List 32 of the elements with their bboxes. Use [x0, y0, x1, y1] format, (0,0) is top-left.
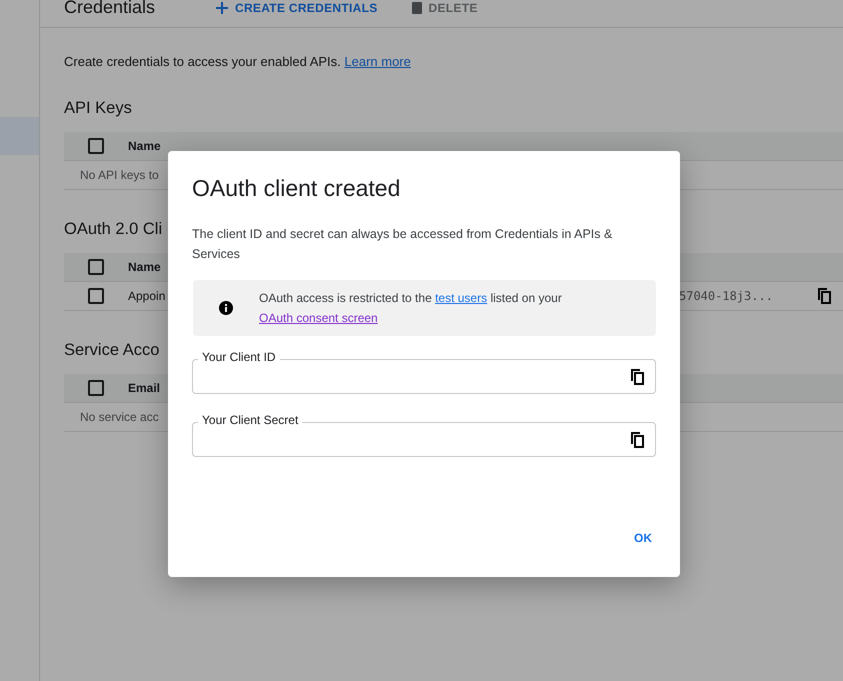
text-field[interactable]: Your Client Secret	[192, 413, 656, 457]
test-users-link[interactable]: test users	[435, 291, 488, 305]
column-header[interactable]: Name	[128, 139, 161, 153]
column-header[interactable]: Name	[128, 260, 161, 274]
copy-icon[interactable]	[817, 288, 831, 304]
copy-icon[interactable]	[630, 432, 644, 448]
consent-screen-link[interactable]: OAuth consent screen	[259, 311, 378, 325]
text-field[interactable]: Your Client ID	[192, 350, 656, 394]
empty-message: No API keys to	[80, 168, 159, 182]
notice-text: OAuth access is restricted to the test users listed on your OAuth consent screen	[259, 290, 563, 327]
page-title: Credentials	[64, 0, 156, 18]
info-icon	[219, 301, 233, 315]
checkbox[interactable]	[88, 259, 104, 275]
ok-button[interactable]: OK	[630, 523, 656, 553]
column-header[interactable]: Email	[128, 381, 160, 395]
checkbox[interactable]	[88, 380, 104, 396]
section-title: OAuth 2.0 Cli	[64, 220, 162, 239]
plus-icon	[216, 2, 228, 14]
dialog-text: The client ID and secret can always be accessed from Credentials in APIs & Services	[192, 226, 614, 263]
checkbox[interactable]	[88, 288, 104, 304]
intro-text: Create credentials to access your enabled APIs. Learn more	[64, 54, 412, 69]
client-id-cell: 57040-18j3...	[679, 289, 773, 303]
dialog-title: OAuth client created	[192, 175, 402, 202]
section-title: Service Acco	[64, 341, 160, 360]
table-cell[interactable]: Appoin	[128, 289, 166, 303]
empty-message: No service acc	[80, 410, 159, 424]
copy-icon[interactable]	[630, 368, 644, 384]
trash-icon	[412, 2, 422, 14]
section-title: API Keys	[64, 99, 132, 118]
checkbox[interactable]	[88, 138, 104, 154]
create-credentials-button[interactable]: CREATE CREDENTIALS	[216, 0, 378, 14]
learn-more-link[interactable]: Learn more	[344, 54, 411, 69]
